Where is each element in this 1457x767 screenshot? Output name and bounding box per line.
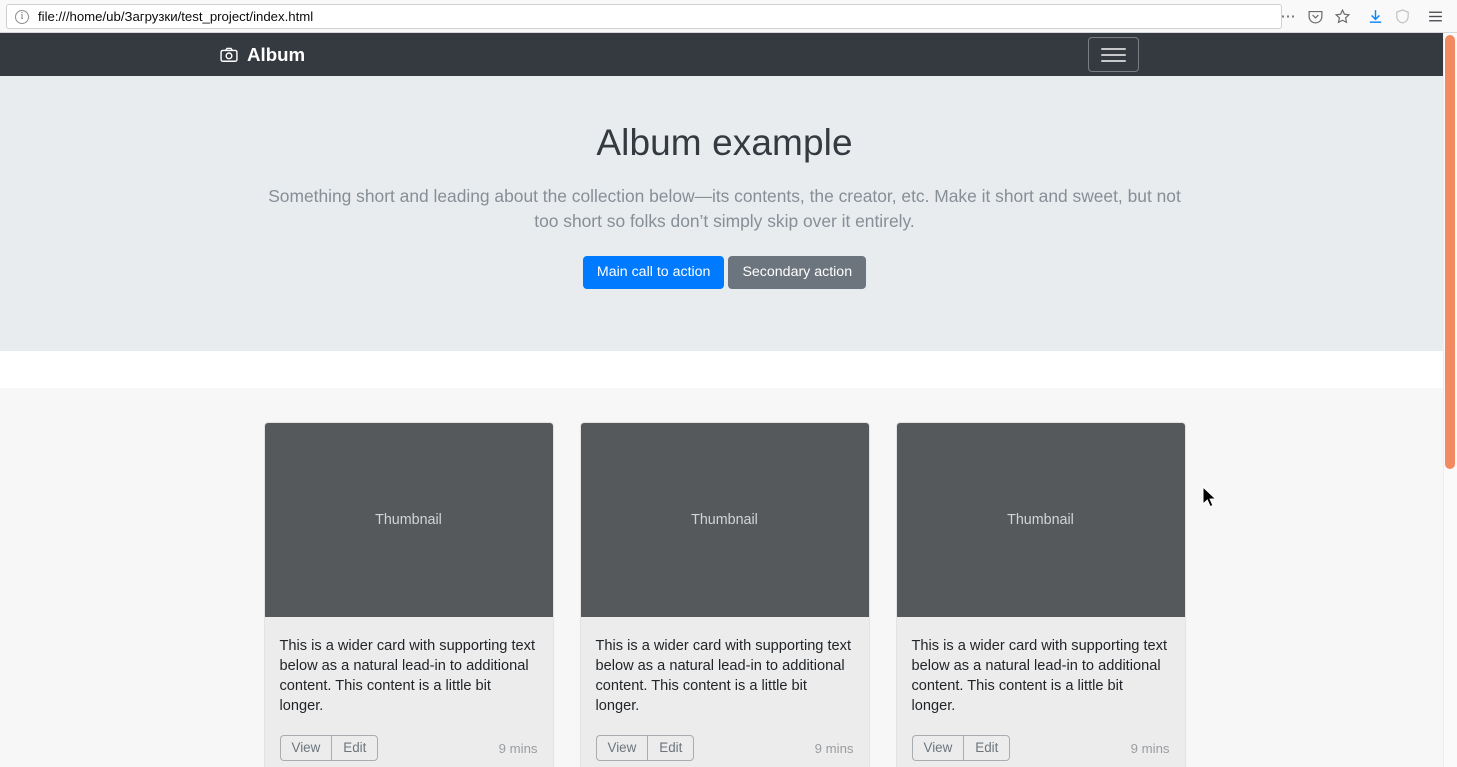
shield-tracking-icon[interactable] — [1390, 4, 1415, 29]
album-card-grid: Thumbnail This is a wider card with supp… — [263, 422, 1186, 767]
card-timestamp: 9 mins — [814, 740, 854, 756]
card-thumbnail: Thumbnail — [580, 423, 869, 617]
page-scrollbar[interactable] — [1443, 33, 1457, 767]
album-section: Thumbnail This is a wider card with supp… — [0, 388, 1449, 767]
page-viewport: Album Album example Something short and … — [0, 33, 1457, 767]
card-button-group: View Edit — [911, 735, 1011, 762]
hamburger-icon-bar — [1101, 53, 1126, 56]
view-button[interactable]: View — [595, 735, 648, 762]
navbar-brand[interactable]: Album — [219, 44, 305, 66]
card-actions-row: View Edit 9 mins — [279, 735, 538, 762]
card-thumbnail: Thumbnail — [264, 423, 553, 617]
jumbotron-actions: Main call to action Secondary action — [260, 256, 1190, 290]
card-actions-row: View Edit 9 mins — [911, 735, 1170, 762]
app-menu-icon[interactable] — [1423, 4, 1448, 29]
card-button-group: View Edit — [279, 735, 379, 762]
card-text: This is a wider card with supporting tex… — [911, 638, 1168, 714]
card-thumbnail-label: Thumbnail — [691, 512, 758, 528]
view-button[interactable]: View — [911, 735, 964, 762]
section-divider — [0, 351, 1449, 388]
card-thumbnail-label: Thumbnail — [1007, 512, 1074, 528]
bookmark-star-icon[interactable] — [1330, 4, 1355, 29]
album-card[interactable]: Thumbnail This is a wider card with supp… — [895, 422, 1186, 767]
downloads-icon[interactable] — [1363, 4, 1388, 29]
card-text: This is a wider card with supporting tex… — [595, 638, 852, 714]
pocket-icon[interactable] — [1303, 4, 1328, 29]
browser-toolbar: i file:///home/ub/Загрузки/test_project/… — [0, 0, 1457, 33]
address-bar-url: file:///home/ub/Загрузки/test_project/in… — [38, 9, 314, 24]
main-call-to-action-button[interactable]: Main call to action — [582, 256, 725, 290]
edit-button[interactable]: Edit — [963, 735, 1011, 762]
hamburger-icon-bar — [1101, 47, 1126, 50]
page-lead-text: Something short and leading about the co… — [268, 186, 1181, 231]
album-card[interactable]: Thumbnail This is a wider card with supp… — [263, 422, 554, 767]
card-text: This is a wider card with supporting tex… — [279, 638, 536, 714]
camera-icon — [219, 45, 239, 65]
view-button[interactable]: View — [279, 735, 332, 762]
card-body: This is a wider card with supporting tex… — [264, 617, 553, 767]
site-navbar: Album — [0, 33, 1449, 76]
card-actions-row: View Edit 9 mins — [595, 735, 854, 762]
card-body: This is a wider card with supporting tex… — [580, 617, 869, 767]
card-button-group: View Edit — [595, 735, 695, 762]
page-actions-icon[interactable]: ⋯ — [1276, 4, 1301, 29]
scrollbar-thumb[interactable] — [1445, 35, 1455, 469]
navbar-toggler-button[interactable] — [1088, 37, 1139, 72]
card-body: This is a wider card with supporting tex… — [896, 617, 1185, 767]
card-timestamp: 9 mins — [1130, 740, 1170, 756]
card-thumbnail: Thumbnail — [896, 423, 1185, 617]
secondary-action-button[interactable]: Secondary action — [728, 256, 867, 290]
edit-button[interactable]: Edit — [331, 735, 379, 762]
site-info-icon[interactable]: i — [15, 9, 29, 24]
card-timestamp: 9 mins — [498, 740, 538, 756]
jumbotron-section: Album example Something short and leadin… — [0, 76, 1449, 351]
hamburger-icon-bar — [1101, 59, 1126, 62]
navbar-brand-label: Album — [247, 43, 306, 65]
card-thumbnail-label: Thumbnail — [375, 512, 442, 528]
toolbar-actions: ⋯ — [1276, 0, 1457, 33]
page-title: Album example — [596, 122, 853, 163]
album-card[interactable]: Thumbnail This is a wider card with supp… — [579, 422, 870, 767]
address-bar[interactable]: i file:///home/ub/Загрузки/test_project/… — [6, 4, 1282, 29]
edit-button[interactable]: Edit — [647, 735, 695, 762]
